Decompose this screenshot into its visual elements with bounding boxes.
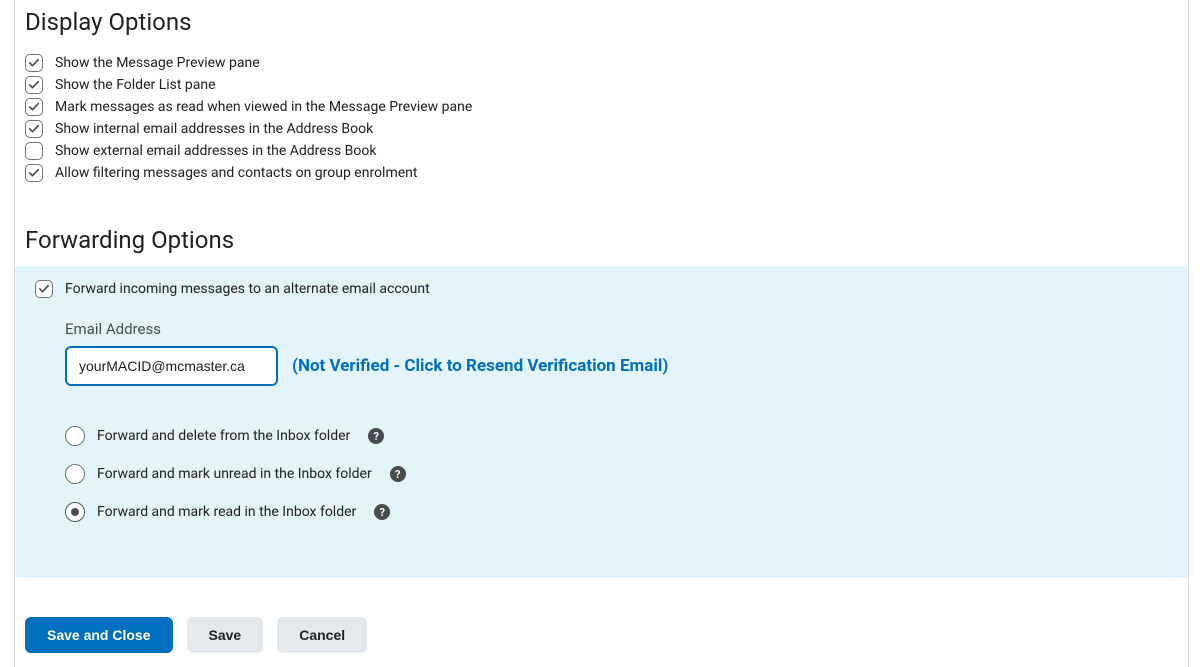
display-option-row: Mark messages as read when viewed in the… [25, 98, 1178, 116]
forward-behavior-radio-group: Forward and delete from the Inbox folder… [65, 426, 1178, 522]
checkbox-folder-list[interactable] [25, 76, 43, 94]
checkbox-internal-addresses[interactable] [25, 120, 43, 138]
radio-label: Forward and mark read in the Inbox folde… [97, 504, 356, 520]
checkbox-external-addresses[interactable] [25, 142, 43, 160]
button-bar: Save and Close Save Cancel [25, 617, 367, 653]
radio-forward-unread[interactable] [65, 464, 85, 484]
checkbox-label: Show internal email addresses in the Add… [55, 121, 373, 137]
forwarding-options-heading: Forwarding Options [25, 226, 1178, 254]
help-icon[interactable]: ? [368, 428, 384, 444]
settings-page: Display Options Show the Message Preview… [14, 0, 1189, 667]
checkbox-label: Allow filtering messages and contacts on… [55, 165, 417, 181]
radio-forward-read[interactable] [65, 502, 85, 522]
radio-row: Forward and delete from the Inbox folder… [65, 426, 1178, 446]
display-options-heading: Display Options [25, 8, 1178, 36]
radio-label: Forward and delete from the Inbox folder [97, 428, 350, 444]
checkbox-label: Show external email addresses in the Add… [55, 143, 376, 159]
help-icon[interactable]: ? [374, 504, 390, 520]
display-option-row: Show internal email addresses in the Add… [25, 120, 1178, 138]
email-address-input[interactable] [65, 346, 278, 386]
radio-forward-delete[interactable] [65, 426, 85, 446]
checkbox-label: Show the Message Preview pane [55, 55, 260, 71]
save-button[interactable]: Save [187, 617, 264, 653]
content: Display Options Show the Message Preview… [15, 0, 1188, 578]
checkbox-message-preview[interactable] [25, 54, 43, 72]
save-and-close-button[interactable]: Save and Close [25, 617, 173, 653]
email-row: (Not Verified - Click to Resend Verifica… [65, 346, 1178, 386]
display-option-row: Show the Folder List pane [25, 76, 1178, 94]
display-option-row: Show the Message Preview pane [25, 54, 1178, 72]
forwarding-panel: Forward incoming messages to an alternat… [15, 266, 1188, 578]
cancel-button[interactable]: Cancel [277, 617, 367, 653]
radio-row: Forward and mark read in the Inbox folde… [65, 502, 1178, 522]
checkbox-label: Show the Folder List pane [55, 77, 216, 93]
checkbox-mark-read[interactable] [25, 98, 43, 116]
checkbox-label: Forward incoming messages to an alternat… [65, 281, 430, 297]
help-icon[interactable]: ? [390, 466, 406, 482]
resend-verification-link[interactable]: (Not Verified - Click to Resend Verifica… [292, 356, 668, 376]
email-address-label: Email Address [65, 320, 1178, 338]
display-option-row: Show external email addresses in the Add… [25, 142, 1178, 160]
checkbox-forward-enable[interactable] [35, 280, 53, 298]
checkbox-label: Mark messages as read when viewed in the… [55, 99, 472, 115]
forward-checkbox-row: Forward incoming messages to an alternat… [35, 280, 1178, 298]
radio-row: Forward and mark unread in the Inbox fol… [65, 464, 1178, 484]
checkbox-filter-group[interactable] [25, 164, 43, 182]
display-option-row: Allow filtering messages and contacts on… [25, 164, 1178, 182]
forwarding-sub-section: Email Address (Not Verified - Click to R… [65, 320, 1178, 522]
radio-label: Forward and mark unread in the Inbox fol… [97, 466, 372, 482]
